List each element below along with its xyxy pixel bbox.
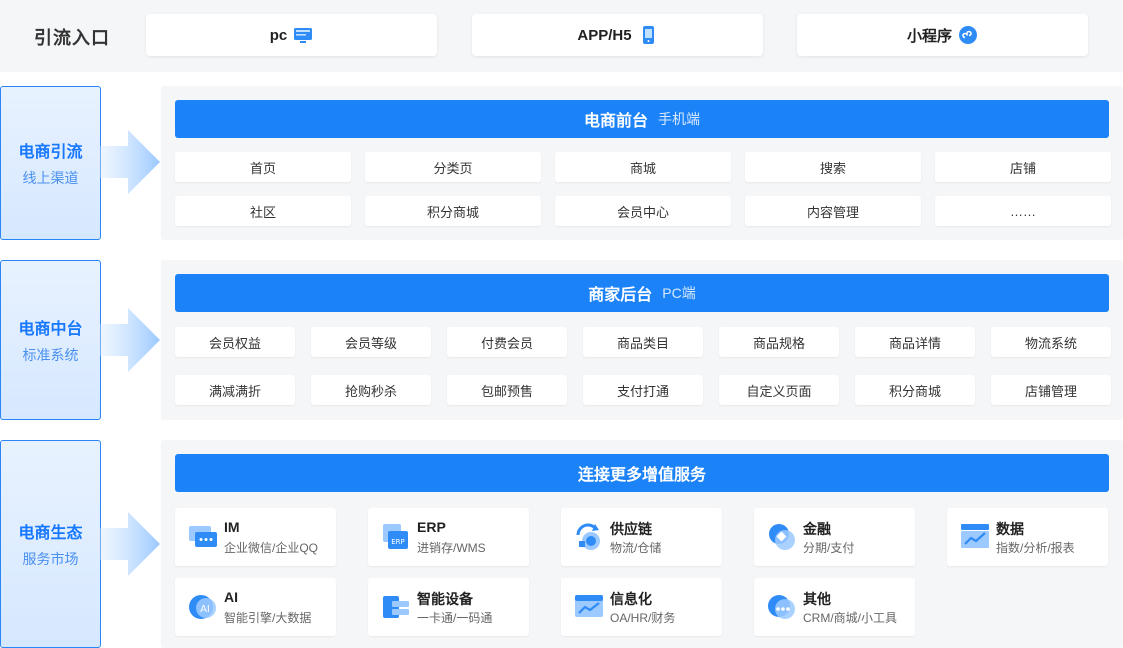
service-desc: 企业微信/企业QQ	[224, 541, 319, 555]
back-item[interactable]: 满减满折	[175, 375, 295, 405]
back-item[interactable]: 会员权益	[175, 327, 295, 357]
side-label-middle: 电商中台 标准系统	[0, 260, 101, 420]
finance-icon	[769, 524, 795, 550]
side-subtitle: 线上渠道	[22, 170, 79, 186]
back-item[interactable]: 积分商城	[855, 375, 975, 405]
section-subtitle: PC端	[662, 285, 696, 301]
service-name: 信息化	[610, 591, 652, 607]
service-card-erp[interactable]: ERP ERP 进销存/WMS	[368, 508, 529, 566]
service-name: 供应链	[610, 521, 652, 537]
device-icon	[383, 596, 409, 618]
ai-icon: AI	[189, 595, 216, 619]
back-item[interactable]: 店铺管理	[991, 375, 1111, 405]
service-card-info-system[interactable]: 信息化 OA/HR/财务	[561, 578, 722, 636]
section-title: 连接更多增值服务	[577, 467, 706, 484]
svg-text:AI: AI	[200, 604, 210, 615]
back-item[interactable]: 商品规格	[719, 327, 839, 357]
side-label-traffic: 电商引流 线上渠道	[0, 86, 101, 240]
service-desc: OA/HR/财务	[610, 611, 676, 625]
service-card-ai[interactable]: AI AI 智能引擎/大数据	[175, 578, 336, 636]
front-item[interactable]: 积分商城	[365, 196, 541, 226]
service-desc: CRM/商城/小工具	[803, 611, 897, 625]
service-card-im[interactable]: IM 企业微信/企业QQ	[175, 508, 336, 566]
entry-card-label: pc	[269, 26, 288, 44]
arrow-right-icon	[100, 130, 160, 194]
service-name: AI	[224, 589, 238, 605]
service-name: 金融	[803, 521, 831, 537]
service-desc: 物流/仓储	[610, 541, 662, 555]
arrow-right-icon	[100, 512, 160, 576]
front-item[interactable]: 商城	[555, 152, 731, 182]
service-desc: 智能引擎/大数据	[224, 611, 312, 625]
entry-card-label: APP/H5	[577, 26, 632, 44]
more-icon	[768, 595, 795, 619]
section-title: 电商前台	[583, 113, 648, 130]
arrow-right-icon	[100, 308, 160, 372]
chat-icon	[189, 526, 217, 547]
monitor-icon	[293, 25, 313, 45]
side-label-ecosystem: 电商生态 服务市场	[0, 440, 101, 648]
back-section-header: 商家后台 PC端	[175, 274, 1109, 312]
back-item[interactable]: 支付打通	[583, 375, 703, 405]
front-item[interactable]: ……	[935, 196, 1111, 226]
side-subtitle: 服务市场	[22, 551, 79, 567]
front-section: 电商前台 手机端 首页 分类页 商城 搜索 店铺 社区 积分商城 会员中心 内容…	[161, 86, 1123, 240]
service-card-supply-chain[interactable]: 供应链 物流/仓储	[561, 508, 722, 566]
front-item[interactable]: 社区	[175, 196, 351, 226]
front-section-header: 电商前台 手机端	[175, 100, 1109, 138]
front-item[interactable]: 搜索	[745, 152, 921, 182]
service-desc: 进销存/WMS	[417, 541, 486, 555]
service-name: 其他	[803, 591, 831, 607]
entry-card-mini-program[interactable]: 小程序	[797, 14, 1088, 56]
service-name: IM	[224, 519, 240, 535]
info-system-icon	[575, 595, 603, 617]
entry-label: 引流入口	[34, 28, 110, 48]
service-name: 数据	[996, 521, 1024, 537]
back-item[interactable]: 商品详情	[855, 327, 975, 357]
back-item[interactable]: 包邮预售	[447, 375, 567, 405]
entry-card-label: 小程序	[906, 27, 952, 45]
back-item[interactable]: 付费会员	[447, 327, 567, 357]
service-card-finance[interactable]: 金融 分期/支付	[754, 508, 915, 566]
back-item[interactable]: 会员等级	[311, 327, 431, 357]
service-desc: 分期/支付	[803, 541, 855, 555]
side-title: 电商生态	[18, 525, 83, 542]
service-name: ERP	[417, 519, 446, 535]
back-section: 商家后台 PC端 会员权益 会员等级 付费会员 商品类目 商品规格 商品详情 物…	[161, 260, 1123, 420]
front-item[interactable]: 首页	[175, 152, 351, 182]
entry-card-app[interactable]: APP/H5	[472, 14, 763, 56]
side-title: 电商中台	[18, 321, 83, 338]
side-subtitle: 标准系统	[22, 347, 79, 363]
service-desc: 指数/分析/报表	[996, 541, 1075, 555]
side-title: 电商引流	[18, 144, 83, 161]
service-card-other[interactable]: 其他 CRM/商城/小工具	[754, 578, 915, 636]
entry-card-pc[interactable]: pc	[146, 14, 437, 56]
service-name: 智能设备	[417, 591, 473, 607]
front-item[interactable]: 会员中心	[555, 196, 731, 226]
service-card-data[interactable]: 数据 指数/分析/报表	[947, 508, 1108, 566]
services-section: 连接更多增值服务 IM 企业微信/企业QQ ERP ERP 进销存/WMS 供应…	[161, 440, 1123, 648]
front-item[interactable]: 店铺	[935, 152, 1111, 182]
services-section-header: 连接更多增值服务	[175, 454, 1109, 492]
front-item[interactable]: 分类页	[365, 152, 541, 182]
svg-text:ERP: ERP	[391, 538, 405, 546]
supply-chain-icon	[576, 523, 600, 550]
entry-bar: 引流入口 pc APP/H5 小程序	[0, 0, 1123, 72]
service-card-device[interactable]: 智能设备 一卡通/一码通	[368, 578, 529, 636]
back-item[interactable]: 物流系统	[991, 327, 1111, 357]
back-item[interactable]: 抢购秒杀	[311, 375, 431, 405]
mobile-icon	[638, 25, 658, 45]
back-item[interactable]: 商品类目	[583, 327, 703, 357]
back-item[interactable]: 自定义页面	[719, 375, 839, 405]
front-item[interactable]: 内容管理	[745, 196, 921, 226]
section-subtitle: 手机端	[658, 111, 700, 127]
section-title: 商家后台	[588, 287, 653, 304]
mini-program-icon	[958, 25, 978, 45]
erp-icon: ERP	[383, 524, 408, 549]
data-chart-icon	[961, 524, 989, 548]
service-desc: 一卡通/一码通	[417, 611, 493, 625]
